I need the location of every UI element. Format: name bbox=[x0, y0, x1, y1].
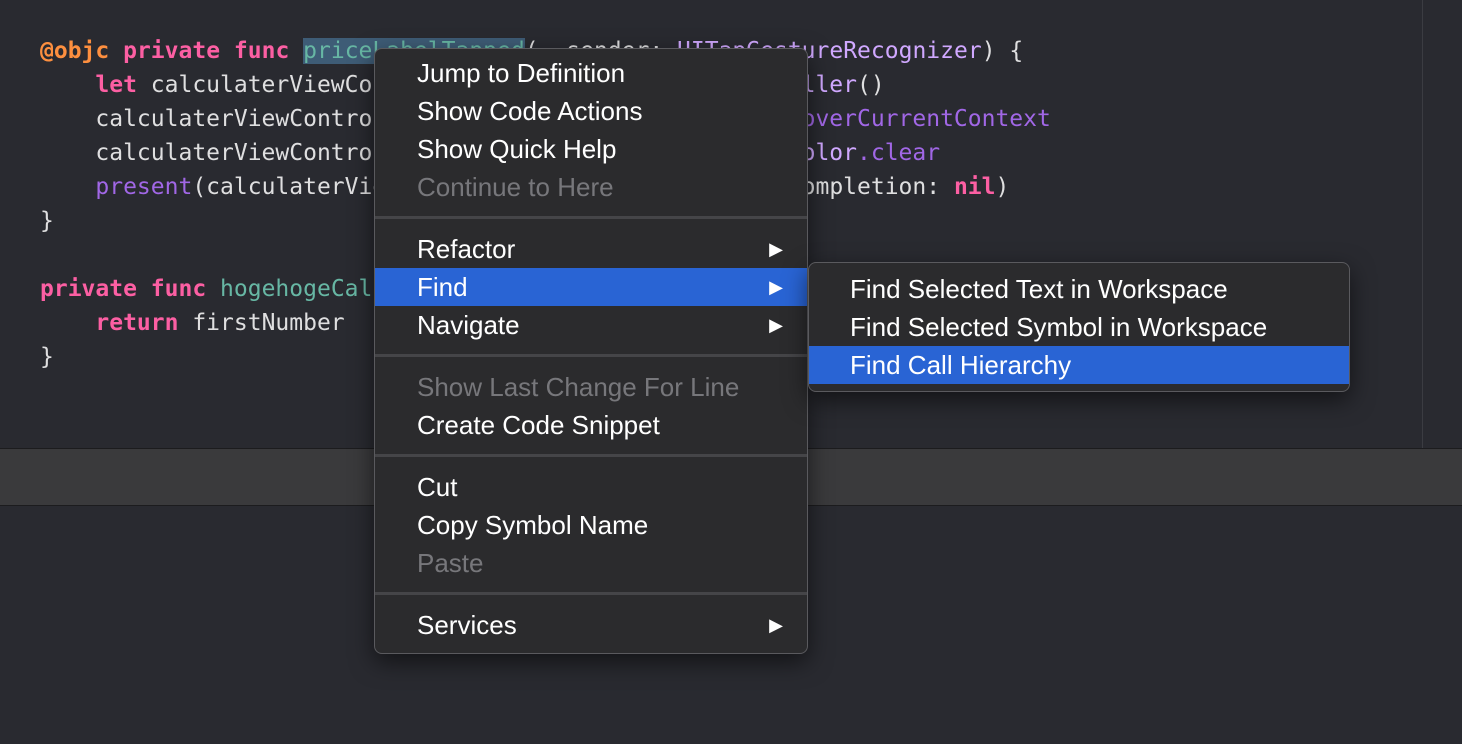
menu-item-paste: Paste bbox=[375, 544, 807, 582]
submenu-arrow-icon: ▶ bbox=[769, 277, 783, 297]
code-token: } bbox=[40, 208, 54, 234]
code-token: @objc bbox=[40, 38, 110, 64]
menu-item-label: Find bbox=[417, 272, 468, 302]
submenu-arrow-icon: ▶ bbox=[769, 315, 783, 335]
menu-item-continue-to-here: Continue to Here bbox=[375, 168, 807, 206]
submenu-arrow-icon: ▶ bbox=[769, 615, 783, 635]
menu-item-label: Jump to Definition bbox=[417, 58, 626, 88]
menu-item-copy-symbol-name[interactable]: Copy Symbol Name bbox=[375, 506, 807, 544]
menu-item-cut[interactable]: Cut bbox=[375, 468, 807, 506]
find-submenu: Find Selected Text in Workspace Find Sele… bbox=[808, 262, 1350, 392]
code-token: private bbox=[123, 38, 221, 64]
code-token: private bbox=[40, 276, 137, 302]
menu-item-label: Cut bbox=[417, 472, 458, 502]
menu-item-label: Paste bbox=[417, 548, 484, 578]
menu-item-label: Navigate bbox=[417, 310, 520, 340]
menu-separator bbox=[375, 216, 807, 219]
code-token: nil bbox=[953, 174, 996, 200]
menu-item-label: Find Selected Text in Workspace bbox=[850, 274, 1228, 304]
menu-item-find[interactable]: Find ▶ bbox=[375, 268, 807, 306]
menu-item-label: Show Quick Help bbox=[417, 134, 617, 164]
code-token: ) bbox=[995, 174, 1010, 200]
menu-item-show-code-actions[interactable]: Show Code Actions bbox=[375, 92, 807, 130]
menu-item-label: Show Code Actions bbox=[417, 96, 643, 126]
menu-item-label: Show Last Change For Line bbox=[417, 372, 740, 402]
code-token: present bbox=[95, 174, 193, 200]
menu-item-refactor[interactable]: Refactor ▶ bbox=[375, 230, 807, 268]
code-token: func bbox=[233, 38, 290, 64]
menu-item-services[interactable]: Services ▶ bbox=[375, 606, 807, 644]
code-token: func bbox=[150, 276, 207, 302]
menu-item-label: Find Selected Symbol in Workspace bbox=[850, 312, 1268, 342]
code-token: } bbox=[40, 344, 54, 370]
code-token: firstNumber bbox=[178, 310, 345, 336]
menu-separator bbox=[375, 592, 807, 595]
code-token: () bbox=[857, 72, 885, 98]
context-menu: Jump to Definition Show Code Actions Show … bbox=[374, 48, 808, 654]
submenu-item-find-call-hierarchy[interactable]: Find Call Hierarchy bbox=[809, 346, 1349, 384]
menu-separator bbox=[375, 454, 807, 457]
code-token: .clear bbox=[857, 140, 941, 166]
code-token: return bbox=[95, 310, 179, 336]
editor-divider bbox=[1422, 0, 1423, 448]
menu-item-show-quick-help[interactable]: Show Quick Help bbox=[375, 130, 807, 168]
code-token: let bbox=[95, 72, 137, 98]
menu-item-label: Create Code Snippet bbox=[417, 410, 660, 440]
menu-item-navigate[interactable]: Navigate ▶ bbox=[375, 306, 807, 344]
menu-item-label: Copy Symbol Name bbox=[417, 510, 649, 540]
menu-item-label: Services bbox=[417, 610, 517, 640]
menu-item-jump-to-definition[interactable]: Jump to Definition bbox=[375, 54, 807, 92]
menu-item-show-last-change-for-line: Show Last Change For Line bbox=[375, 368, 807, 406]
menu-item-create-code-snippet[interactable]: Create Code Snippet bbox=[375, 406, 807, 444]
code-token: hogehogeCalc bbox=[220, 276, 387, 302]
menu-item-label: Refactor bbox=[417, 234, 516, 264]
menu-item-label: Find Call Hierarchy bbox=[850, 350, 1072, 380]
submenu-item-find-selected-symbol-in-workspace[interactable]: Find Selected Symbol in Workspace bbox=[809, 308, 1349, 346]
menu-separator bbox=[375, 354, 807, 357]
code-token: .overCurrentContext bbox=[787, 106, 1051, 132]
code-token: ) { bbox=[981, 38, 1024, 64]
submenu-arrow-icon: ▶ bbox=[769, 239, 783, 259]
menu-item-label: Continue to Here bbox=[417, 172, 614, 202]
submenu-item-find-selected-text-in-workspace[interactable]: Find Selected Text in Workspace bbox=[809, 270, 1349, 308]
